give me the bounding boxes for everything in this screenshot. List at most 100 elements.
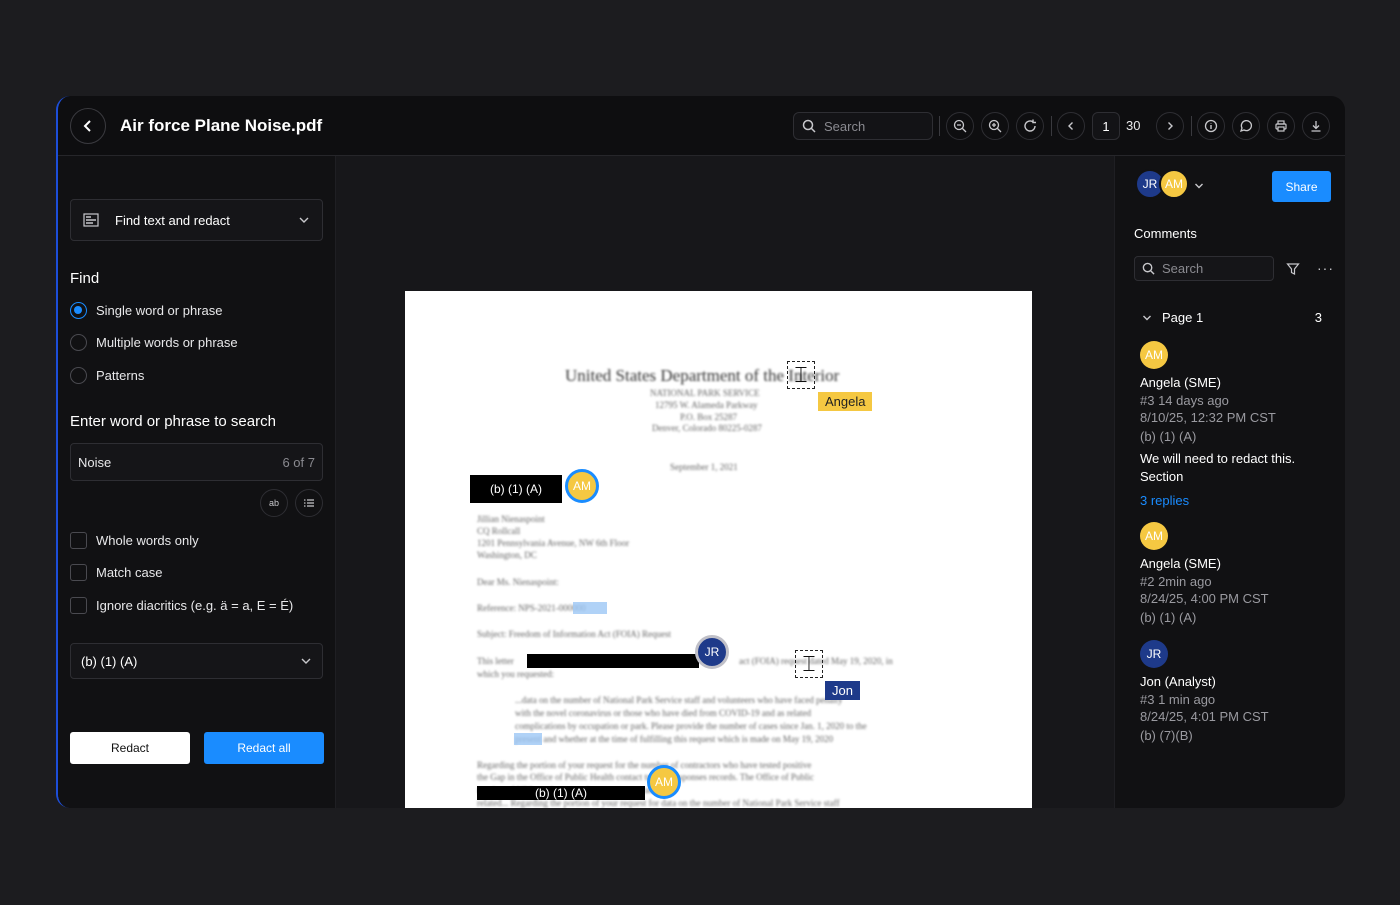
chevron-down-icon[interactable]	[1194, 181, 1204, 191]
redact-mode-label: Find text and redact	[115, 212, 230, 228]
zoom-out-icon	[953, 119, 967, 133]
checkbox-match-case[interactable]: Match case	[70, 564, 162, 581]
avatar-jr[interactable]: JR	[695, 635, 729, 669]
page-group-count: 3	[1314, 310, 1322, 325]
checkbox-label: Whole words only	[96, 533, 199, 548]
ab-toggle-button[interactable]: ab	[260, 489, 288, 517]
search-icon	[802, 119, 816, 133]
comment-timestamp: 8/24/25, 4:01 PM CST	[1140, 709, 1269, 724]
page-group-header[interactable]: Page 1 3	[1142, 310, 1322, 325]
page-total: 30	[1126, 118, 1141, 133]
date-line: September 1, 2021	[670, 462, 738, 472]
comments-panel: JR AM Share Comments Search ··· Page 1 3…	[1114, 156, 1345, 808]
text-cursor-icon: ⌶	[787, 361, 815, 389]
comment-meta: #3 14 days ago	[1140, 393, 1229, 408]
zoom-out-button[interactable]	[946, 112, 974, 140]
collaborator-tag-angela: Angela	[818, 392, 873, 411]
comment-timestamp: 8/24/25, 4:00 PM CST	[1140, 591, 1269, 606]
comment-replies-link[interactable]: 3 replies	[1140, 493, 1189, 508]
list-icon	[304, 499, 314, 507]
redaction-box[interactable]	[527, 654, 699, 668]
zoom-in-button[interactable]	[981, 112, 1009, 140]
redact-mode-dropdown[interactable]: Find text and redact	[70, 199, 323, 241]
redact-all-button[interactable]: Redact all	[204, 732, 324, 764]
info-button[interactable]	[1197, 112, 1225, 140]
zoom-in-icon	[988, 119, 1002, 133]
radio-button[interactable]	[70, 302, 87, 319]
refresh-icon	[1024, 119, 1036, 132]
search-highlight[interactable]	[573, 602, 607, 614]
search-term-input[interactable]: Noise 6 of 7	[70, 443, 323, 481]
document-page: United States Department of the Interior…	[405, 291, 1032, 808]
more-options-icon[interactable]: ···	[1317, 260, 1334, 276]
comment-avatar: JR	[1140, 640, 1168, 668]
page-group-label: Page 1	[1162, 310, 1204, 325]
body-line: ...data on the number of National Park S…	[515, 695, 843, 705]
filter-icon[interactable]	[1286, 262, 1300, 276]
checkbox-label: Ignore diacritics (e.g. ä = a, E = É)	[96, 598, 294, 613]
letterhead-line: 12795 W. Alameda Parkway	[655, 400, 758, 410]
app-window: Air force Plane Noise.pdf Search 1 30 Fi…	[56, 96, 1345, 808]
text-cursor-icon: ⌶	[795, 650, 823, 678]
body-line: the Gap in the Office of Public Health c…	[477, 772, 814, 782]
toolbar-divider	[1191, 116, 1192, 136]
comments-search-input[interactable]: Search	[1134, 256, 1274, 281]
search-term-value: Noise	[78, 454, 112, 470]
list-results-button[interactable]	[295, 489, 323, 517]
download-button[interactable]	[1302, 112, 1330, 140]
comments-heading: Comments	[1134, 226, 1197, 241]
exemption-code-dropdown[interactable]: (b) (1) (A)	[70, 643, 323, 679]
salutation-line: Dear Ms. Nienaspoint:	[477, 577, 559, 587]
ab-label: ab	[268, 498, 279, 508]
checkbox[interactable]	[70, 564, 87, 581]
avatar-am[interactable]: AM	[565, 469, 599, 503]
radio-button[interactable]	[70, 334, 87, 351]
body-line: present and whether at the time of fulfi…	[515, 734, 834, 744]
page-number-input[interactable]: 1	[1092, 112, 1120, 140]
radio-multiple-words[interactable]: Multiple words or phrase	[70, 334, 238, 351]
checkbox[interactable]	[70, 532, 87, 549]
download-icon	[1311, 121, 1321, 132]
comment-author: Angela (SME)	[1140, 556, 1221, 571]
letterhead-line: NATIONAL PARK SERVICE	[650, 388, 760, 398]
avatar-am[interactable]: AM	[647, 765, 681, 799]
prev-page-button[interactable]	[1057, 112, 1085, 140]
comment-code: (b) (1) (A)	[1140, 429, 1197, 444]
address-line: 1201 Pennsylvania Avenue, NW 6th Floor	[477, 538, 630, 548]
redact-button[interactable]: Redact	[70, 732, 190, 764]
info-icon	[1204, 119, 1218, 133]
checkbox-ignore-diacritics[interactable]: Ignore diacritics (e.g. ä = a, E = É)	[70, 597, 293, 614]
print-button[interactable]	[1267, 112, 1295, 140]
radio-single-word[interactable]: Single word or phrase	[70, 302, 222, 319]
comment-timestamp: 8/10/25, 12:32 PM CST	[1140, 410, 1276, 425]
rotate-button[interactable]	[1016, 112, 1044, 140]
chevron-left-icon	[83, 120, 91, 132]
comment-avatar: AM	[1140, 341, 1168, 369]
chevron-left-icon	[1068, 122, 1073, 130]
next-page-button[interactable]	[1156, 112, 1184, 140]
collaborator-avatar-am[interactable]: AM	[1159, 169, 1189, 199]
letterhead-line: Denver, Colorado 80225-0287	[652, 423, 762, 433]
exemption-code-value: (b) (1) (A)	[81, 653, 138, 669]
radio-button[interactable]	[70, 367, 87, 384]
search-placeholder: Search	[824, 118, 866, 134]
toolbar-search-input[interactable]: Search	[793, 112, 933, 140]
checkbox[interactable]	[70, 597, 87, 614]
toolbar-divider	[939, 116, 940, 136]
chevron-down-icon	[299, 217, 309, 223]
comment-button[interactable]	[1232, 112, 1260, 140]
toolbar-divider	[1051, 116, 1052, 136]
redaction-box[interactable]: (b) (1) (A)	[470, 475, 562, 503]
redact-tool-icon	[83, 213, 99, 227]
search-placeholder: Search	[1162, 261, 1204, 276]
search-highlight[interactable]	[514, 733, 542, 745]
print-icon	[1275, 120, 1287, 132]
share-button[interactable]: Share	[1272, 171, 1331, 202]
top-bar: Air force Plane Noise.pdf Search 1 30	[58, 96, 1345, 156]
search-icon	[1142, 262, 1155, 275]
back-button[interactable]	[70, 108, 106, 144]
checkbox-whole-words[interactable]: Whole words only	[70, 532, 199, 549]
redaction-box[interactable]: (b) (1) (A)	[477, 786, 645, 800]
radio-patterns[interactable]: Patterns	[70, 367, 144, 384]
address-line: Washington, DC	[477, 550, 537, 560]
